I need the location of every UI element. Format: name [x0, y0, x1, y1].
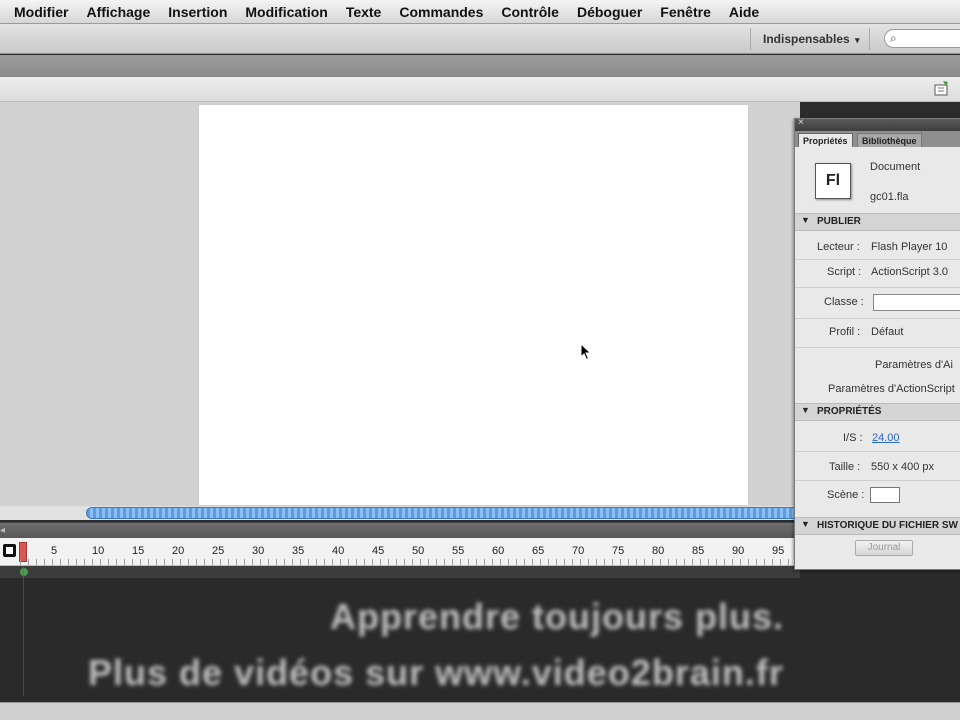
layer-row[interactable]: [0, 566, 800, 578]
chevron-down-icon: ▾: [855, 35, 860, 45]
stage-canvas[interactable]: [199, 105, 748, 505]
script-value: ActionScript 3.0: [871, 266, 949, 278]
frame-number: 75: [612, 545, 625, 557]
menu-controle[interactable]: Contrôle: [492, 4, 568, 20]
class-input[interactable]: [873, 294, 960, 311]
menu-deboguer[interactable]: Déboguer: [568, 4, 651, 20]
frame-number: 10: [92, 545, 105, 557]
frame-number: 50: [412, 545, 425, 557]
frame-number: 80: [652, 545, 665, 557]
frame-number: 30: [252, 545, 265, 557]
workspace-switcher[interactable]: Indispensables ▾: [750, 28, 870, 50]
divider: [795, 287, 960, 288]
disclosure-triangle-icon: ▼: [801, 519, 810, 529]
disclosure-triangle-icon: ▼: [801, 405, 810, 415]
document-name: gc01.fla: [870, 191, 909, 203]
application-bar: Indispensables ▾ ⌕: [0, 24, 960, 54]
frame-number: 70: [572, 545, 585, 557]
frame-number: 65: [532, 545, 545, 557]
frame-number: 5: [51, 545, 58, 557]
frame-number: 35: [292, 545, 305, 557]
timeline-panel-header[interactable]: ◂: [0, 522, 800, 538]
player-value: Flash Player 10: [871, 241, 948, 253]
fps-label: I/S :: [843, 432, 863, 444]
divider: [795, 347, 960, 348]
document-tab-strip: [0, 55, 960, 77]
mouse-cursor-icon: [580, 342, 592, 361]
frame-number: 90: [732, 545, 745, 557]
timeline-options-button[interactable]: [3, 544, 16, 557]
workspace-label: Indispensables: [763, 32, 850, 46]
playhead-line: [23, 566, 24, 696]
menu-modifier[interactable]: Modifier: [0, 4, 77, 20]
frame-number: 15: [132, 545, 145, 557]
edit-bar: [0, 77, 960, 102]
watermark-line-1: Apprendre toujours plus.: [330, 596, 785, 637]
search-icon: ⌕: [890, 31, 897, 45]
script-label: Script :: [827, 266, 862, 278]
menu-affichage[interactable]: Affichage: [77, 4, 159, 20]
player-label: Lecteur :: [817, 241, 860, 253]
divider: [795, 259, 960, 260]
divider: [795, 451, 960, 452]
stage-color-label: Scène :: [827, 489, 865, 501]
collapse-arrow-icon[interactable]: ◂: [0, 525, 5, 536]
frame-number: 25: [212, 545, 225, 557]
journal-button[interactable]: Journal: [855, 540, 913, 556]
menu-commandes[interactable]: Commandes: [390, 4, 492, 20]
menu-texte[interactable]: Texte: [337, 4, 391, 20]
menu-aide[interactable]: Aide: [720, 4, 768, 20]
keyframe[interactable]: [20, 568, 28, 576]
edit-symbols-icon[interactable]: [934, 80, 952, 98]
tab-properties[interactable]: Propriétés: [798, 133, 853, 147]
timeline-ruler[interactable]: 5 10 15 20 25 30 35 40 45 50 55 60 65 70…: [0, 538, 800, 566]
watermark-line-2: Plus de vidéos sur www.video2brain.fr: [88, 652, 784, 693]
class-label: Classe :: [824, 296, 864, 308]
fps-value[interactable]: 24.00: [872, 432, 900, 444]
section-publish[interactable]: ▼ PUBLIER: [795, 213, 960, 231]
close-icon[interactable]: ×: [798, 117, 804, 128]
menu-bar: Modifier Affichage Insertion Modificatio…: [0, 0, 960, 24]
actionscript-settings-button[interactable]: Paramètres d'ActionScript: [828, 383, 955, 395]
frame-ticks: [20, 559, 800, 565]
menu-insertion[interactable]: Insertion: [159, 4, 236, 20]
properties-panel: × Propriétés Bibliothèque Fl Document gc…: [794, 117, 960, 570]
section-swf-history[interactable]: ▼ HISTORIQUE DU FICHIER SW: [795, 517, 960, 535]
menu-modification[interactable]: Modification: [236, 4, 336, 20]
frame-number: 40: [332, 545, 345, 557]
section-properties[interactable]: ▼ PROPRIÉTÉS: [795, 403, 960, 421]
panel-titlebar[interactable]: ×: [795, 117, 960, 131]
profile-label: Profil :: [829, 326, 861, 338]
size-value: 550 x 400 px: [871, 461, 934, 473]
frame-number: 85: [692, 545, 705, 557]
search-input[interactable]: ⌕: [884, 29, 960, 48]
divider: [795, 318, 960, 319]
timeline-status-bar: [0, 702, 960, 720]
frame-number: 45: [372, 545, 385, 557]
frame-number: 60: [492, 545, 505, 557]
divider: [795, 480, 960, 481]
size-label: Taille :: [829, 461, 861, 473]
menu-fenetre[interactable]: Fenêtre: [651, 4, 720, 20]
profile-value: Défaut: [871, 326, 904, 338]
tab-library[interactable]: Bibliothèque: [857, 133, 922, 147]
disclosure-triangle-icon: ▼: [801, 215, 810, 225]
frame-number: 95: [772, 545, 785, 557]
scrollbar-thumb[interactable]: [86, 507, 800, 519]
horizontal-scrollbar[interactable]: [0, 506, 800, 520]
air-settings-button[interactable]: Paramètres d'Ai: [875, 359, 953, 371]
document-type-label: Document: [870, 161, 921, 173]
frame-number: 20: [172, 545, 185, 557]
frame-number: 55: [452, 545, 465, 557]
flash-document-icon: Fl: [815, 163, 851, 199]
stage-color-swatch[interactable]: [870, 487, 900, 503]
panel-tab-bar: Propriétés Bibliothèque: [795, 131, 960, 147]
